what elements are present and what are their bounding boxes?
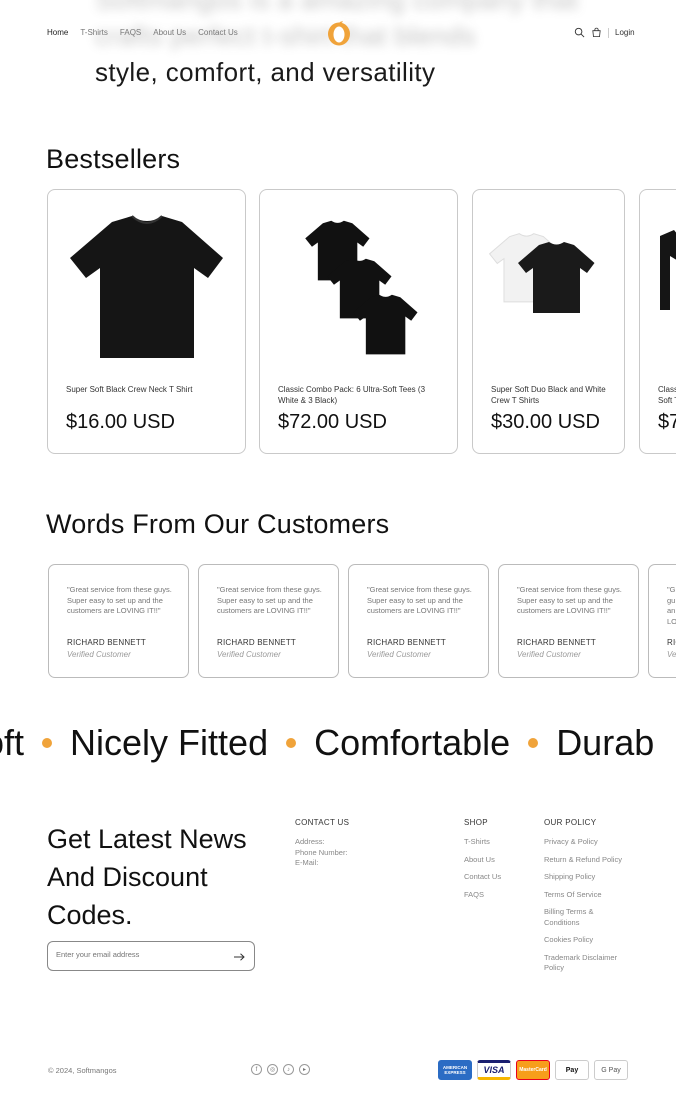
product-price: $16.00 USD xyxy=(66,411,175,433)
black-tshirt-image xyxy=(70,215,223,358)
testimonial-card: "Great service from these guys. Super ea… xyxy=(198,564,339,678)
testimonial-quote: "Gr gu an LO xyxy=(667,585,676,626)
facebook-icon[interactable]: f xyxy=(251,1064,262,1075)
product-card[interactable]: Super Soft Black Crew Neck T Shirt $16.0… xyxy=(47,189,246,454)
testimonial-quote: "Great service from these guys. Super ea… xyxy=(67,585,172,615)
testimonial-role: Ver xyxy=(667,650,676,659)
marquee-dot xyxy=(286,738,297,748)
copyright-text: © 2024, Softmangos xyxy=(48,1066,117,1075)
testimonial-quote: "Great service from these guys. Super ea… xyxy=(367,585,472,615)
footer-link-faqs[interactable]: FAQS xyxy=(464,890,501,901)
product-price: $7 xyxy=(658,411,676,433)
marquee-dot xyxy=(42,738,53,748)
policy-link-terms[interactable]: Terms Of Service xyxy=(544,890,629,901)
marquee-word: Nicely Fitted xyxy=(70,722,269,763)
amex-icon: AMERICAN EXPRESS xyxy=(438,1060,472,1080)
nav-faqs[interactable]: FAQS xyxy=(120,28,141,37)
marquee-word: Comfortable xyxy=(314,722,511,763)
testimonial-author: RICHARD BENNETT xyxy=(517,638,597,647)
youtube-icon[interactable]: ▸ xyxy=(299,1064,310,1075)
footer-contact-heading: CONTACT US xyxy=(295,818,350,827)
footer-link-tshirts[interactable]: T-Shirts xyxy=(464,837,501,848)
site-header: Home T-Shirts FAQS About Us Contact Us L… xyxy=(0,0,676,66)
three-black-tshirts-image xyxy=(305,220,418,355)
testimonial-author: RICHARD BENNETT xyxy=(367,638,447,647)
black-white-tshirts-image xyxy=(488,233,595,313)
main-nav: Home T-Shirts FAQS About Us Contact Us xyxy=(47,28,238,37)
policy-link-privacy[interactable]: Privacy & Policy xyxy=(544,837,629,848)
social-links: f ◎ ♪ ▸ xyxy=(251,1064,310,1075)
testimonial-card: "Great service from these guys. Super ea… xyxy=(48,564,189,678)
tiktok-icon[interactable]: ♪ xyxy=(283,1064,294,1075)
footer-policy-heading: OUR POLICY xyxy=(544,818,597,827)
testimonial-author: RICHARD BENNETT xyxy=(67,638,147,647)
black-tshirt-partial-image xyxy=(660,230,676,310)
nav-about[interactable]: About Us xyxy=(153,28,186,37)
instagram-icon[interactable]: ◎ xyxy=(267,1064,278,1075)
product-carousel: Super Soft Black Crew Neck T Shirt $16.0… xyxy=(47,189,676,455)
contact-email: E-Mail: xyxy=(295,858,319,867)
header-actions: Login xyxy=(574,27,635,38)
nav-home[interactable]: Home xyxy=(47,28,68,37)
testimonial-author: RICHARD BENNETT xyxy=(217,638,297,647)
footer-shop: SHOP T-Shirts About Us Contact Us FAQS xyxy=(464,818,501,907)
testimonial-role: Verified Customer xyxy=(217,650,281,659)
email-field[interactable] xyxy=(56,950,226,959)
product-name: Super Soft Black Crew Neck T Shirt xyxy=(66,385,193,394)
product-name: Super Soft Duo Black and White Crew T Sh… xyxy=(491,385,606,405)
testimonial-quote: "Great service from these guys. Super ea… xyxy=(217,585,322,615)
testimonial-carousel: "Great service from these guys. Super ea… xyxy=(48,564,676,679)
product-price: $72.00 USD xyxy=(278,411,387,433)
footer-contact: CONTACT US Address: Phone Number: E-Mail… xyxy=(295,818,349,869)
header-divider xyxy=(608,27,609,38)
nav-contact[interactable]: Contact Us xyxy=(198,28,238,37)
testimonial-card: "Great service from these guys. Super ea… xyxy=(348,564,489,678)
product-card[interactable]: Super Soft Duo Black and White Crew T Sh… xyxy=(472,189,625,454)
bestsellers-title: Bestsellers xyxy=(46,144,181,174)
marquee-track: oft Nicely Fitted Comfortable Durab xyxy=(0,722,654,764)
marquee-word: oft xyxy=(0,722,25,763)
testimonial-role: Verified Customer xyxy=(67,650,131,659)
policy-link-trademark[interactable]: Trademark Disclaimer Policy xyxy=(544,953,629,974)
contact-phone: Phone Number: xyxy=(295,847,348,857)
footer-shop-heading: SHOP xyxy=(464,818,488,827)
google-pay-icon: G Pay xyxy=(594,1060,628,1080)
payment-methods: AMERICAN EXPRESS VISA MasterCard Pay G P… xyxy=(438,1060,628,1080)
testimonials-title: Words From Our Customers xyxy=(46,509,390,539)
testimonial-role: Verified Customer xyxy=(517,650,581,659)
marquee-dot xyxy=(528,738,539,748)
product-name: Classic Soft T xyxy=(658,385,676,405)
arrow-right-icon[interactable] xyxy=(233,951,245,963)
login-link[interactable]: Login xyxy=(615,28,635,37)
mastercard-icon: MasterCard xyxy=(516,1060,550,1080)
nav-tshirts[interactable]: T-Shirts xyxy=(80,28,108,37)
marquee-word: Durab xyxy=(556,722,655,763)
apple-pay-icon: Pay xyxy=(555,1060,589,1080)
cart-icon[interactable] xyxy=(591,27,602,38)
testimonial-card: "Great service from these guys. Super ea… xyxy=(498,564,639,678)
testimonial-role: Verified Customer xyxy=(367,650,431,659)
product-card[interactable]: Classic Soft T $7 xyxy=(639,189,676,454)
product-price: $30.00 USD xyxy=(491,411,600,433)
policy-link-shipping[interactable]: Shipping Policy xyxy=(544,872,629,883)
testimonial-card: "Gr gu an LO RIC Ver xyxy=(648,564,676,678)
product-name: Classic Combo Pack: 6 Ultra-Soft Tees (3… xyxy=(278,385,426,405)
testimonial-author: RIC xyxy=(667,638,676,647)
footer-policy: OUR POLICY Privacy & Policy Return & Ref… xyxy=(544,818,629,981)
footer-link-contact[interactable]: Contact Us xyxy=(464,872,501,883)
testimonial-quote: "Great service from these guys. Super ea… xyxy=(517,585,622,615)
footer-link-about[interactable]: About Us xyxy=(464,855,501,866)
feature-marquee: oft Nicely Fitted Comfortable Durab xyxy=(0,722,676,772)
search-icon[interactable] xyxy=(574,27,585,38)
policy-link-cookies[interactable]: Cookies Policy xyxy=(544,935,629,946)
mango-logo-icon[interactable] xyxy=(326,20,352,46)
newsletter-title: Get Latest News And Discount Codes. xyxy=(47,824,247,930)
policy-link-refund[interactable]: Return & Refund Policy xyxy=(544,855,629,866)
contact-address: Address: xyxy=(295,837,325,846)
product-card[interactable]: Classic Combo Pack: 6 Ultra-Soft Tees (3… xyxy=(259,189,458,454)
visa-icon: VISA xyxy=(477,1060,511,1080)
policy-link-billing[interactable]: Billing Terms & Conditions xyxy=(544,907,629,928)
newsletter-form xyxy=(47,941,255,971)
